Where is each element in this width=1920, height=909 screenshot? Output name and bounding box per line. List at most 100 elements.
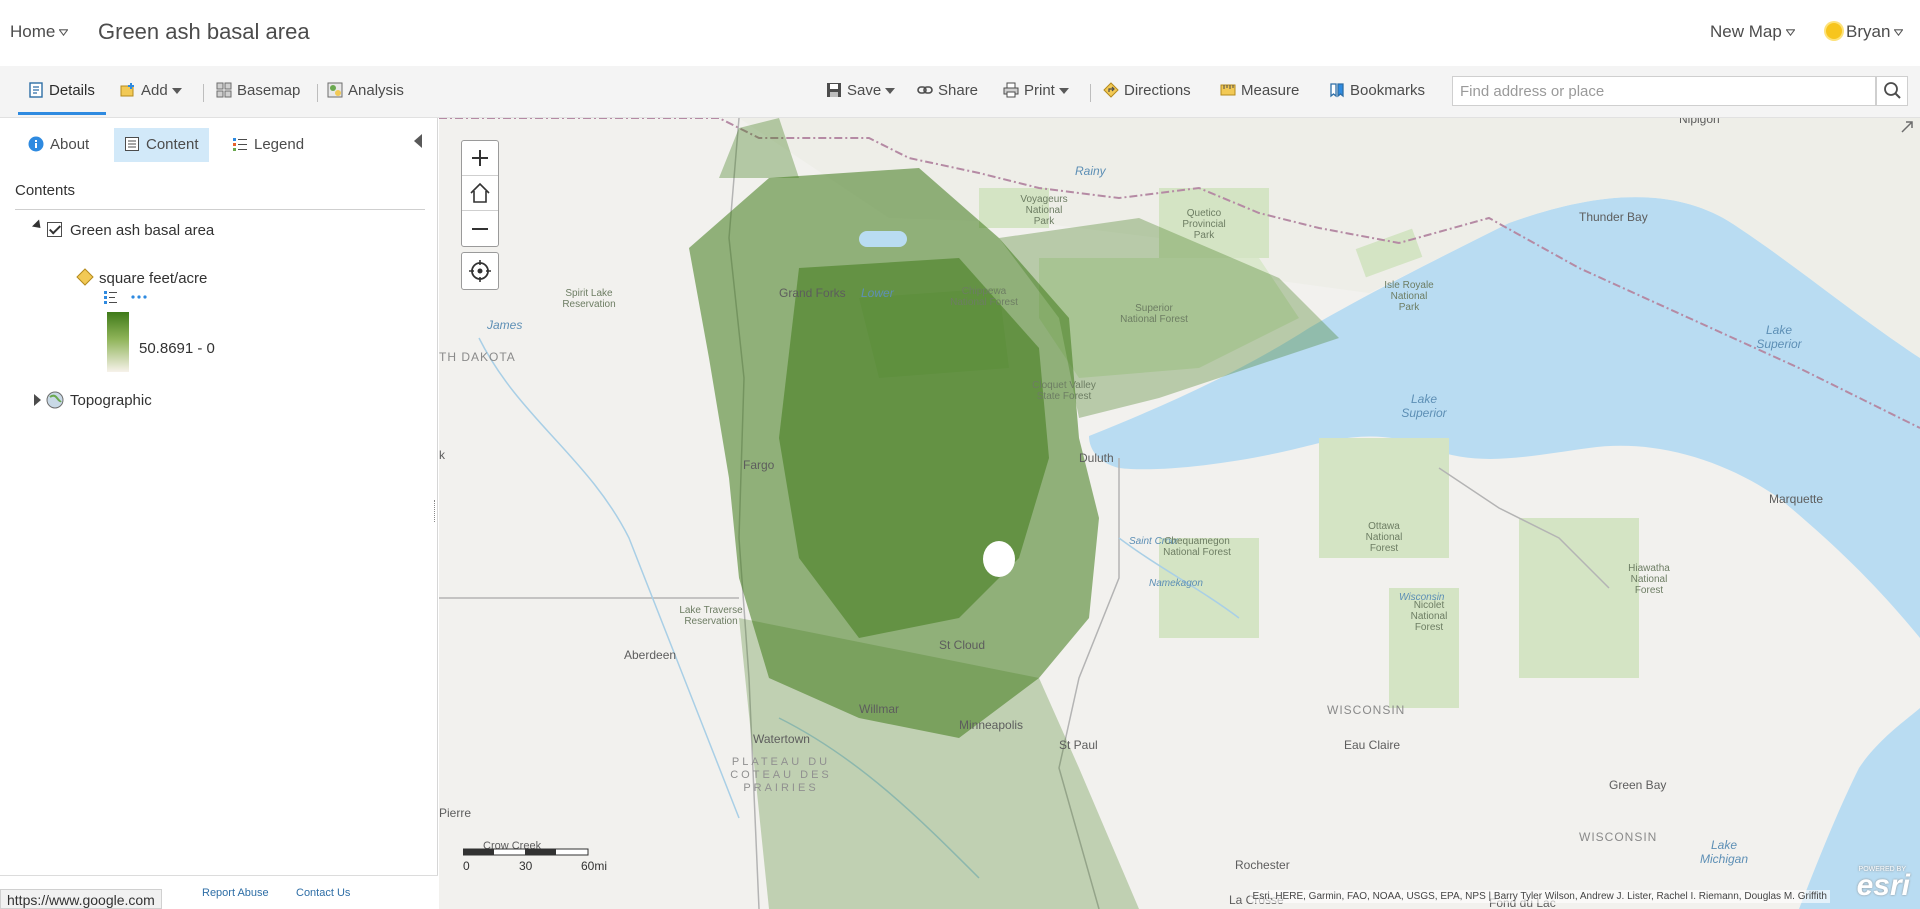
layer-name[interactable]: Green ash basal area [70, 222, 214, 239]
share-button[interactable]: Share [917, 82, 978, 99]
print-icon [1003, 82, 1019, 98]
map-label: Quetico Provincial Park [1182, 208, 1226, 241]
locate-icon [469, 260, 491, 282]
basemap-label: Basemap [237, 82, 301, 99]
zoom-out-button[interactable] [462, 211, 498, 246]
analysis-button[interactable]: Analysis [327, 82, 404, 99]
scale-label: 60mi [581, 859, 608, 873]
user-menu[interactable]: Bryan [1826, 22, 1904, 42]
top-header: Home Green ash basal area New Map Bryan [0, 0, 1920, 64]
layer-name[interactable]: Topographic [70, 392, 152, 409]
measure-icon [1220, 84, 1236, 96]
legend-icon [233, 138, 247, 151]
scale-bar: 0 30 60mi [462, 845, 607, 879]
map-label: Cloquet Valley State Forest [1032, 380, 1096, 402]
toolbar-divider [1090, 84, 1091, 102]
map-label: PLATEAU DU COTEAU DES PRAIRIES [730, 756, 832, 794]
tab-content[interactable]: Content [114, 128, 209, 162]
map-label: Duluth [1079, 451, 1114, 465]
map-label: Namekagon [1149, 578, 1203, 589]
measure-button[interactable]: Measure [1220, 82, 1299, 99]
report-abuse-link[interactable]: Report Abuse [202, 887, 269, 899]
legend-field-label: square feet/acre [99, 270, 208, 287]
scale-label: 30 [519, 859, 533, 873]
tab-content-label: Content [146, 136, 199, 153]
map-label: Aberdeen [624, 648, 677, 662]
contact-us-link[interactable]: Contact Us [296, 887, 350, 899]
chevron-down-icon [1058, 88, 1069, 95]
status-bar-url: https://www.google.com [0, 889, 162, 909]
directions-button[interactable]: Directions [1103, 82, 1191, 99]
map-label: Minneapolis [959, 718, 1024, 732]
map-label: Spirit Lake Reservation [562, 288, 616, 310]
home-extent-button[interactable] [462, 176, 498, 211]
basemap-button[interactable]: Basemap [216, 82, 300, 99]
legend-options-icon[interactable] [103, 290, 119, 304]
scale-label: 0 [463, 859, 470, 873]
search-button[interactable] [1876, 76, 1908, 106]
tab-about-label: About [50, 136, 90, 153]
map-label: St Paul [1059, 738, 1098, 752]
new-map-menu[interactable]: New Map [1710, 22, 1795, 42]
tab-about[interactable]: About [18, 128, 99, 162]
panel-resize-handle[interactable] [434, 500, 436, 522]
search-input[interactable] [1454, 78, 1874, 104]
zoom-controls [461, 140, 499, 247]
expand-icon[interactable] [1900, 120, 1914, 134]
map-label: WISCONSIN [1327, 703, 1406, 717]
divider [15, 209, 425, 210]
home-label: Home [10, 22, 56, 41]
legend-color-ramp [107, 312, 129, 372]
hiawatha-nf [1519, 518, 1639, 678]
map-label: Nicolet National Forest [1410, 600, 1448, 633]
lower-red-lake [859, 231, 907, 247]
map-label: Grand Forks [779, 286, 846, 300]
share-icon [917, 86, 933, 94]
tab-legend[interactable]: Legend [222, 128, 314, 162]
map-view[interactable]: Nipigon Rainy Voyageurs National Park Qu… [439, 118, 1920, 909]
search-icon [1884, 82, 1901, 99]
bookmarks-button[interactable]: Bookmarks [1329, 82, 1425, 99]
chevron-down-icon [171, 88, 182, 95]
esri-logo[interactable]: esri [1857, 869, 1910, 903]
map-label: Marquette [1769, 492, 1824, 506]
toolbar-divider [317, 84, 318, 102]
add-button[interactable]: Add [120, 82, 182, 99]
user-name: Bryan [1846, 22, 1891, 41]
content-icon [125, 137, 139, 151]
map-label: Eau Claire [1344, 738, 1401, 752]
map-label: Green Bay [1609, 778, 1667, 792]
save-button[interactable]: Save [826, 82, 896, 99]
details-label: Details [49, 82, 95, 99]
tab-legend-label: Legend [254, 136, 305, 153]
chevron-down-icon [1894, 29, 1904, 37]
active-tab-indicator [18, 112, 106, 115]
save-label: Save [847, 82, 882, 99]
print-label: Print [1024, 82, 1055, 99]
home-icon [470, 182, 490, 203]
map-label: Isle Royale National Park [1384, 280, 1434, 313]
map-label: Fargo [743, 458, 775, 472]
legend-range-label: 50.8691 - 0 [139, 340, 215, 357]
collapse-panel-button[interactable] [414, 134, 422, 148]
expand-toggle[interactable] [34, 394, 41, 406]
print-button[interactable]: Print [1003, 82, 1069, 99]
measure-label: Measure [1241, 82, 1300, 99]
bookmarks-icon [1330, 83, 1344, 98]
map-label: Watertown [753, 732, 810, 746]
locate-button[interactable] [461, 252, 499, 290]
map-label: k [439, 448, 445, 462]
page-title: Green ash basal area [98, 19, 310, 44]
map-label: Nipigon [1679, 118, 1720, 126]
map-label: Lake Michigan [1699, 838, 1749, 866]
more-options-icon[interactable] [131, 294, 147, 300]
map-label: WISCONSIN [1579, 830, 1658, 844]
map-label: James [487, 318, 523, 332]
details-button[interactable]: Details [28, 82, 95, 99]
home-menu[interactable]: Home [10, 22, 69, 42]
zoom-in-button[interactable] [462, 141, 498, 176]
map-label: Lake Superior [1756, 323, 1802, 351]
layer-visibility-checkbox[interactable] [47, 222, 62, 237]
analysis-icon [327, 82, 343, 98]
expand-toggle[interactable] [31, 219, 45, 232]
